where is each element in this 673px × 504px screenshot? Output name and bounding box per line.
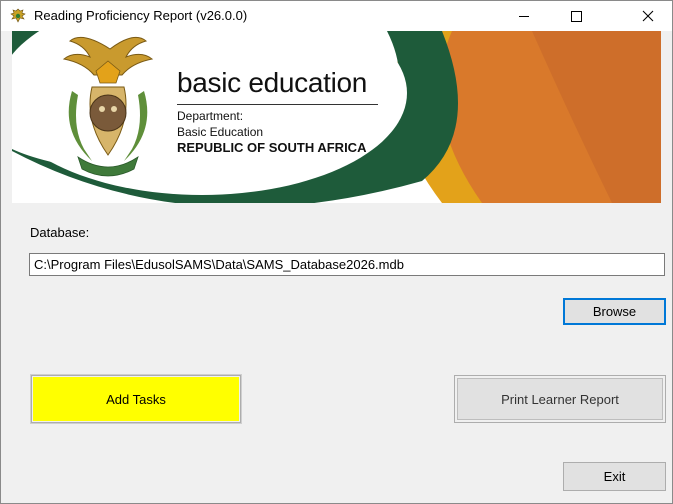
database-label: Database: (30, 225, 90, 240)
database-path-input[interactable] (29, 253, 665, 276)
country-name: REPUBLIC OF SOUTH AFRICA (177, 140, 367, 155)
maximize-button[interactable] (553, 1, 599, 31)
department-label: Department: (177, 109, 244, 123)
add-tasks-button[interactable]: Add Tasks (31, 375, 241, 423)
window-title: Reading Proficiency Report (v26.0.0) (34, 8, 248, 23)
app-window: Reading Proficiency Report (v26.0.0) bas… (0, 0, 673, 504)
banner-graphic (12, 31, 661, 203)
minimize-icon (519, 16, 529, 17)
brand-title: basic education (177, 67, 368, 98)
print-learner-report-button[interactable]: Print Learner Report (454, 375, 666, 423)
title-bar[interactable]: Reading Proficiency Report (v26.0.0) (1, 1, 672, 31)
exit-button[interactable]: Exit (563, 462, 666, 491)
coat-of-arms-icon (10, 8, 26, 24)
header-banner: basic education Department: Basic Educat… (12, 31, 661, 203)
browse-button[interactable]: Browse (563, 298, 666, 325)
close-button[interactable] (625, 1, 671, 31)
maximize-icon (571, 11, 582, 22)
close-icon (642, 10, 654, 22)
minimize-button[interactable] (501, 1, 547, 31)
department-name: Basic Education (177, 125, 264, 139)
brand-divider (177, 104, 378, 105)
